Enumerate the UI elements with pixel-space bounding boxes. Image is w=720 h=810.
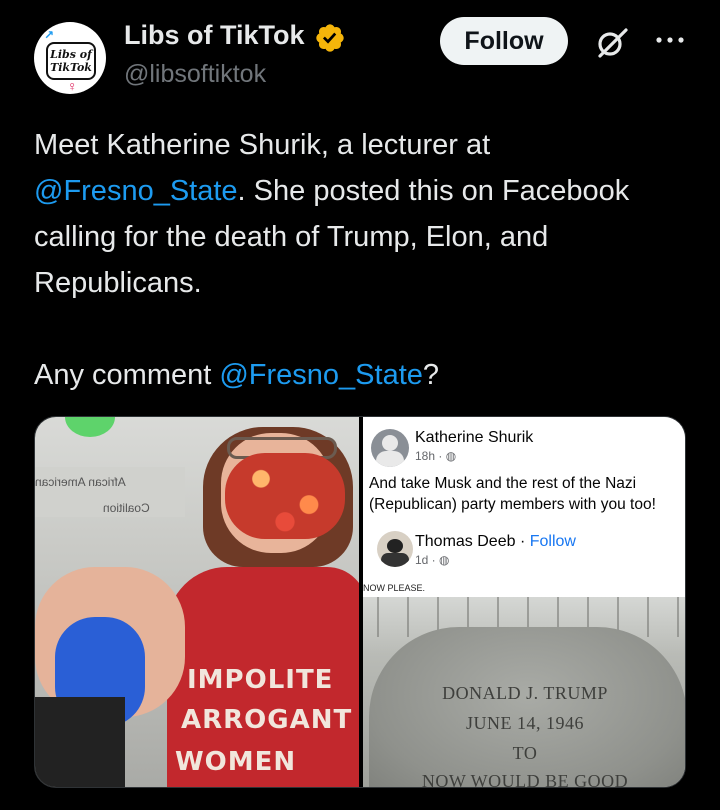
tweet-text-segment: ?	[422, 359, 440, 391]
female-symbol-icon: ♀	[67, 78, 78, 94]
commenter-avatar	[377, 531, 413, 567]
epitaph-line1: DONALD J. TRUMP	[442, 683, 608, 703]
poster-avatar	[371, 429, 409, 467]
mention-link[interactable]: @Fresno_State	[219, 359, 423, 391]
tweet-line: Any comment @Fresno_State?	[34, 352, 704, 398]
shirt-text-line3: WOMEN	[175, 747, 297, 777]
shirt-text-line1: IMPOLITE	[187, 665, 334, 695]
poster-meta: 18h · ◍	[415, 449, 456, 463]
male-symbol-icon: ↗	[44, 28, 55, 42]
globe-icon: ◍	[439, 553, 450, 567]
epitaph-line2: JUNE 14, 1946	[466, 713, 584, 733]
commenter-name: Thomas Deeb	[415, 533, 516, 550]
commenter-meta: 1d · ◍	[415, 553, 450, 567]
avatar-text-line1: Libs of	[50, 48, 92, 61]
mention-link[interactable]: @Fresno_State	[34, 175, 238, 207]
sign-text-line2: Coalition	[103, 501, 150, 515]
tweet-line: Republicans.	[34, 267, 202, 299]
avatar-logo: Libs of TikTok	[46, 42, 96, 80]
poster-meta-text: 18h ·	[415, 449, 446, 463]
commenter-meta-text: 1d ·	[415, 553, 440, 567]
verified-badge-icon	[316, 24, 344, 52]
tweet-text: Meet Katherine Shurik, a lecturer at @Fr…	[34, 122, 704, 398]
author-handle[interactable]: @libsoftiktok	[124, 60, 266, 89]
face-mask	[225, 453, 345, 539]
more-icon[interactable]	[654, 30, 686, 50]
media-photo-right[interactable]: Katherine Shurik 18h · ◍ And take Musk a…	[363, 417, 685, 788]
tweet-header: ↗ Libs of TikTok ♀ Libs of TikTok @libso…	[0, 0, 720, 110]
epitaph-line3: TO	[512, 743, 538, 763]
epitaph-line4: NOW WOULD BE GOOD	[421, 771, 629, 788]
tweet-text-segment: Any comment	[34, 359, 220, 391]
author-name[interactable]: Libs of TikTok	[124, 20, 305, 51]
facebook-post-text: And take Musk and the rest of the Nazi (…	[369, 475, 656, 513]
media-photo-left[interactable]: African American Coalition IMPOLITE ARRO…	[35, 417, 359, 787]
dark-sleeve	[35, 697, 125, 787]
tweet-line: Meet Katherine Shurik, a lecturer at	[34, 129, 491, 161]
tweet-line: calling for the death of Trump, Elon, an…	[34, 221, 549, 253]
tweet-line: @Fresno_State. She posted this on Facebo…	[34, 168, 704, 214]
author-avatar[interactable]: ↗ Libs of TikTok ♀	[34, 22, 106, 94]
globe-icon: ◍	[445, 449, 457, 463]
commenter-name-line: Thomas Deeb · Follow	[415, 533, 576, 551]
commenter-follow-link: Follow	[529, 533, 576, 550]
tweet-text-segment: . She posted this on Facebook	[237, 175, 630, 207]
tombstone-image: DONALD J. TRUMP JUNE 14, 1946 TO NOW WOU…	[363, 597, 685, 788]
facebook-post-card: Katherine Shurik 18h · ◍ And take Musk a…	[363, 417, 685, 597]
avatar-text-line2: TikTok	[50, 61, 92, 74]
sign-text-line1: African American	[35, 475, 126, 489]
follow-button[interactable]: Follow	[440, 17, 568, 65]
image-caption: NOW PLEASE.	[363, 583, 426, 593]
commenter-separator: ·	[515, 533, 530, 550]
grok-icon[interactable]	[594, 24, 630, 60]
poster-name: Katherine Shurik	[415, 429, 534, 446]
shirt-text-line2: ARROGANT	[181, 705, 353, 735]
tweet-media[interactable]: African American Coalition IMPOLITE ARRO…	[34, 416, 686, 788]
